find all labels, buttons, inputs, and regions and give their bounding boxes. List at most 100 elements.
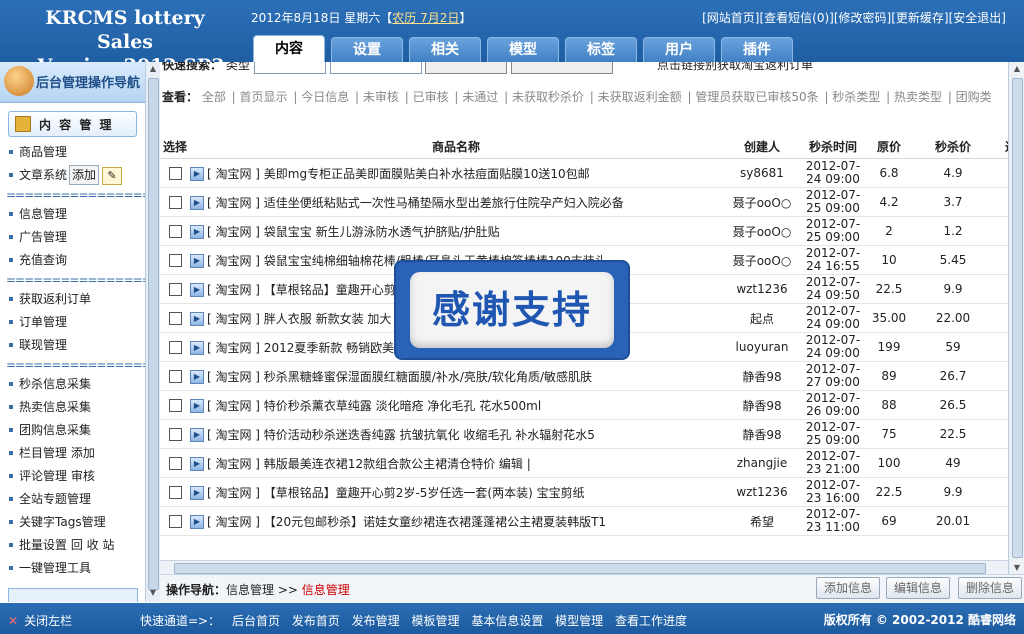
- filter-home[interactable]: 首页显示: [240, 90, 288, 104]
- filter-today[interactable]: 今日信息: [301, 90, 349, 104]
- sidebar-item[interactable]: 获取返利订单: [6, 288, 145, 311]
- delete-info-button[interactable]: 删除信息: [958, 577, 1022, 599]
- filter-hot-type[interactable]: 热卖类型: [894, 90, 942, 104]
- sidebar-item[interactable]: 文章系统 添加 ✎: [6, 164, 145, 187]
- fetch-button[interactable]: [511, 62, 614, 74]
- filter-unreviewed[interactable]: 未审核: [363, 90, 399, 104]
- tab-settings[interactable]: 设置: [331, 37, 403, 63]
- tab-users[interactable]: 用户: [643, 37, 715, 63]
- sidebar-scrollbar[interactable]: ▲ ▼: [145, 62, 160, 602]
- row-name-link[interactable]: [ 淘宝网 ] 特价活动秒杀迷迭香纯露 抗皱抗氧化 收缩毛孔 补水辐射花水5: [207, 428, 595, 442]
- row-name-link[interactable]: [ 淘宝网 ] 适佳坐便纸粘贴式一次性马桶垫隔水型出差旅行住院孕产妇入院必备: [207, 196, 624, 210]
- row-checkbox[interactable]: [168, 312, 182, 325]
- footer-link-publish-home[interactable]: 发布首页: [292, 614, 340, 628]
- row-checkbox[interactable]: [168, 370, 182, 383]
- tab-tags[interactable]: 标签: [565, 37, 637, 63]
- refresh-cache-link[interactable]: [更新缓存]: [891, 11, 948, 25]
- footer-link-publish-manage[interactable]: 发布管理: [352, 614, 400, 628]
- footer-link-templates[interactable]: 模板管理: [411, 614, 459, 628]
- row-name-link[interactable]: [ 淘宝网 ] 美即mg专柜正品美即面膜贴美白补水祛痘面贴膜10送10包邮: [207, 167, 590, 181]
- row-checkbox[interactable]: [168, 283, 182, 296]
- table-row[interactable]: ▶[ 淘宝网 ] 韩版最美连衣裙12款组合款公主裙清仓特价 编辑 | zhangj…: [160, 448, 1008, 478]
- filter-seckill-type[interactable]: 秒杀类型: [832, 90, 880, 104]
- scroll-up-icon[interactable]: ▲: [1012, 64, 1022, 73]
- filter-reviewed[interactable]: 已审核: [413, 90, 449, 104]
- row-name-link[interactable]: [ 淘宝网 ] 【草根铭品】童趣开心剪2岁-5岁任选一套(两本装) 宝宝剪纸: [207, 486, 585, 500]
- filter-rejected[interactable]: 未通过: [462, 90, 498, 104]
- table-row[interactable]: ▶[ 淘宝网 ] 秒杀黑糖蜂蜜保湿面膜红糖面膜/补水/亮肤/软化角质/敏感肌肤静…: [160, 361, 1008, 391]
- row-checkbox[interactable]: [168, 167, 182, 180]
- scroll-down-icon[interactable]: ▼: [1012, 563, 1022, 572]
- footer-link-progress[interactable]: 查看工作进度: [615, 614, 687, 628]
- sidebar-section-header[interactable]: 内 容 管 理: [8, 111, 137, 137]
- row-name-link[interactable]: [ 淘宝网 ] 特价秒杀薰衣草纯露 淡化暗疮 净化毛孔 花水500ml: [207, 399, 541, 413]
- filter-all[interactable]: 全部: [202, 90, 226, 104]
- sidebar-item[interactable]: 广告管理: [6, 226, 145, 249]
- add-info-button[interactable]: 添加信息: [816, 577, 880, 599]
- quick-search-hint[interactable]: 点击链接别获取淘宝返利订单: [657, 62, 813, 72]
- sidebar-item[interactable]: 评论管理 审核: [6, 465, 145, 488]
- sidebar-scroll-thumb[interactable]: [148, 78, 159, 590]
- row-checkbox[interactable]: [168, 399, 182, 412]
- row-name-link[interactable]: [ 淘宝网 ] 袋鼠宝宝 新生儿游泳防水透气护脐贴/护肚贴: [207, 225, 500, 239]
- sidebar-item[interactable]: 栏目管理 添加: [6, 442, 145, 465]
- row-name-link[interactable]: [ 淘宝网 ] 【草根铭品】童趣开心剪: [207, 283, 396, 297]
- row-checkbox[interactable]: [168, 515, 182, 528]
- add-article-button[interactable]: 添加: [69, 165, 100, 185]
- table-row[interactable]: ▶[ 淘宝网 ] 美即mg专柜正品美即面膜贴美白补水祛痘面贴膜10送10包邮 sy…: [160, 158, 1008, 188]
- table-row[interactable]: ▶[ 淘宝网 ] 适佳坐便纸粘贴式一次性马桶垫隔水型出差旅行住院孕产妇入院必备聂…: [160, 187, 1008, 217]
- main-scroll-thumb[interactable]: [1012, 78, 1023, 558]
- sidebar-item[interactable]: 商品管理: [6, 141, 145, 164]
- thanks-popup[interactable]: 感谢支持: [396, 262, 628, 358]
- edit-pen-icon[interactable]: ✎: [102, 166, 123, 185]
- edit-info-button[interactable]: 编辑信息: [886, 577, 950, 599]
- tab-content[interactable]: 内容: [253, 35, 325, 63]
- quick-search-select[interactable]: [253, 62, 326, 74]
- filter-group-type[interactable]: 团购类: [956, 90, 992, 104]
- row-name-link[interactable]: [ 淘宝网 ] 2012夏季新款 畅销欧美: [207, 341, 394, 355]
- row-name-link[interactable]: [ 淘宝网 ] 秒杀黑糖蜂蜜保湿面膜红糖面膜/补水/亮肤/软化角质/敏感肌肤: [207, 370, 592, 384]
- close-sidebar-button[interactable]: ✕ 关闭左栏: [8, 612, 72, 629]
- table-row[interactable]: ▶[ 淘宝网 ] 特价秒杀薰衣草纯露 淡化暗疮 净化毛孔 花水500ml 静香98…: [160, 390, 1008, 420]
- sidebar-item[interactable]: 联现管理: [6, 334, 145, 357]
- table-row[interactable]: ▶[ 淘宝网 ] 【草根铭品】童趣开心剪2岁-5岁任选一套(两本装) 宝宝剪纸 w…: [160, 477, 1008, 507]
- horizontal-scrollbar[interactable]: [160, 560, 1008, 575]
- sidebar-item[interactable]: 团购信息采集: [6, 419, 145, 442]
- quick-search-button[interactable]: [425, 62, 508, 74]
- main-scrollbar[interactable]: ▲ ▼: [1008, 62, 1024, 574]
- row-name-link[interactable]: [ 淘宝网 ] 【20元包邮秒杀】诺娃女童纱裙连衣裙蓬蓬裙公主裙夏装韩版T1: [207, 515, 606, 529]
- messages-link[interactable]: [查看短信(0)]: [760, 11, 834, 25]
- row-checkbox[interactable]: [168, 486, 182, 499]
- filter-no-rebate[interactable]: 未获取返利金额: [598, 90, 682, 104]
- sidebar-item[interactable]: 一键管理工具: [6, 557, 145, 580]
- row-name-link[interactable]: [ 淘宝网 ] 胖人衣服 新款女装 加大: [207, 312, 391, 326]
- tab-plugins[interactable]: 插件: [721, 37, 793, 63]
- sidebar-item[interactable]: 关键字Tags管理: [6, 511, 145, 534]
- sidebar-item[interactable]: 秒杀信息采集: [6, 373, 145, 396]
- sidebar-item[interactable]: 热卖信息采集: [6, 396, 145, 419]
- sidebar-next-section[interactable]: [8, 588, 138, 602]
- row-checkbox[interactable]: [168, 341, 182, 354]
- footer-link-models[interactable]: 模型管理: [555, 614, 603, 628]
- logout-link[interactable]: [安全退出]: [949, 11, 1006, 25]
- breadcrumb-item[interactable]: 信息管理: [226, 583, 274, 597]
- filter-admin50[interactable]: 管理员获取已审核50条: [695, 90, 818, 104]
- row-checkbox[interactable]: [168, 196, 182, 209]
- scroll-down-icon[interactable]: ▼: [148, 588, 158, 600]
- row-checkbox[interactable]: [168, 254, 182, 267]
- quick-search-input[interactable]: [329, 62, 422, 74]
- table-row[interactable]: ▶[ 淘宝网 ] 【20元包邮秒杀】诺娃女童纱裙连衣裙蓬蓬裙公主裙夏装韩版T1 希…: [160, 506, 1008, 536]
- row-checkbox[interactable]: [168, 225, 182, 238]
- sidebar-item[interactable]: 批量设置 回 收 站: [6, 534, 145, 557]
- sidebar-item[interactable]: 全站专题管理: [6, 488, 145, 511]
- sidebar-item[interactable]: 充值查询: [6, 249, 145, 272]
- sidebar-item[interactable]: 订单管理: [6, 311, 145, 334]
- change-password-link[interactable]: [修改密码]: [834, 11, 891, 25]
- horizontal-scroll-thumb[interactable]: [174, 563, 986, 574]
- footer-link-basic-settings[interactable]: 基本信息设置: [471, 614, 543, 628]
- row-name-link[interactable]: [ 淘宝网 ] 韩版最美连衣裙12款组合款公主裙清仓特价 编辑 |: [207, 457, 531, 471]
- row-checkbox[interactable]: [168, 457, 182, 470]
- lunar-date-link[interactable]: 农历 7月2日: [392, 11, 459, 25]
- row-checkbox[interactable]: [168, 428, 182, 441]
- tab-model[interactable]: 模型: [487, 37, 559, 63]
